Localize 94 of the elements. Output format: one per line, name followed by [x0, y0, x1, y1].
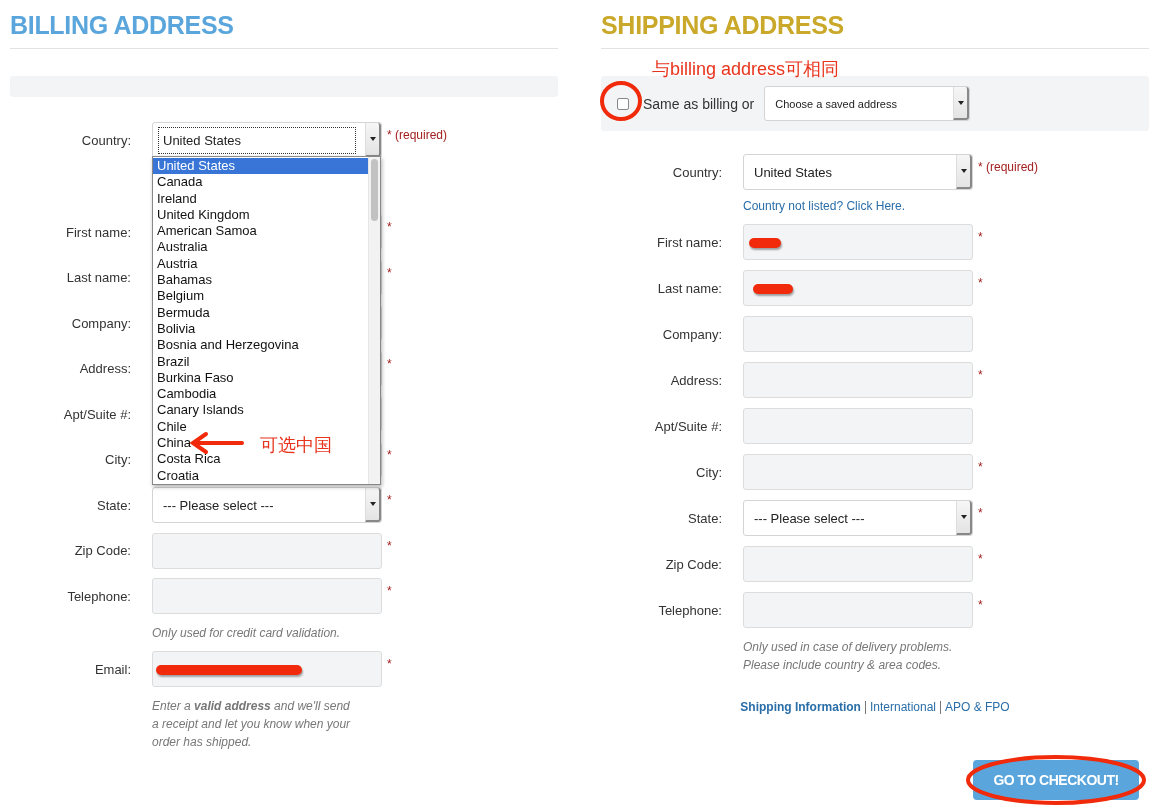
caret-icon [960, 169, 967, 173]
input-field[interactable] [743, 270, 973, 306]
dropdown-option[interactable]: Chile [153, 418, 191, 436]
field-label: Email: [94, 661, 131, 677]
field-label: City: [696, 464, 722, 480]
dropdown-option[interactable]: Canada [153, 174, 207, 191]
hint-text: Only used for credit card validation. [152, 624, 342, 642]
required-mark: * [978, 368, 984, 382]
dropdown-option[interactable]: Costa Rica [153, 451, 225, 468]
field-label: Country: [672, 164, 722, 180]
dropdown-option[interactable]: Bermuda [153, 304, 214, 321]
field-label: Company: [71, 315, 131, 331]
input-field[interactable] [743, 592, 973, 628]
country-not-listed-link[interactable]: Country not listed? Click Here. [743, 199, 906, 213]
footer-link[interactable]: International [869, 700, 936, 714]
field-label: Company: [662, 326, 722, 342]
dropdown-option[interactable]: Brazil [153, 353, 194, 370]
dropdown-option[interactable]: Canary Islands [153, 402, 248, 419]
dropdown-option[interactable]: Bolivia [153, 320, 200, 338]
field-label: Apt/Suite #: [63, 406, 131, 422]
field-label: City: [105, 452, 131, 467]
required-mark: * (required) [978, 160, 1040, 174]
annotation-text: 可选中国 [260, 434, 332, 457]
select-field[interactable]: United States [152, 122, 382, 158]
field-label: Last name: [66, 270, 131, 285]
dropdown-option[interactable]: Croatia [153, 467, 203, 484]
dropdown-option[interactable]: Bahamas [153, 272, 216, 289]
required-mark: * [978, 230, 984, 244]
dropdown-option[interactable]: United Kingdom [153, 206, 254, 224]
required-mark: * (required) [387, 128, 449, 142]
annotation-text: 与billing address可相同 [652, 58, 840, 81]
field-label: State: [97, 497, 131, 513]
hint-text: Please include country & area codes. [743, 657, 943, 674]
dropdown-option[interactable]: Belgium [153, 288, 208, 305]
input-field[interactable] [743, 224, 973, 260]
dropdown-option[interactable]: United States [153, 158, 368, 175]
checkbox-label: Same as billing or [643, 95, 755, 112]
hint-text: Only used in case of delivery problems. [743, 639, 954, 656]
input-field[interactable] [743, 546, 973, 582]
required-mark: * [387, 584, 393, 598]
shipping-heading: SHIPPING ADDRESS [601, 0, 1149, 49]
dropdown-option[interactable]: Burkina Faso [153, 369, 238, 387]
required-mark: * [387, 356, 393, 371]
field-label: First name: [657, 234, 722, 250]
dropdown-option[interactable]: Ireland [153, 190, 201, 207]
required-mark: * [978, 598, 984, 612]
required-mark: * [387, 538, 393, 553]
field-label: Zip Code: [74, 543, 131, 558]
dropdown-option[interactable]: Cambodia [153, 386, 221, 403]
field-label: Last name: [657, 280, 722, 296]
hint-text: Enter a valid address and we'll send a receipt and let you know when your order has shipped. [152, 697, 352, 751]
field-label: Apt/Suite #: [654, 418, 722, 434]
required-mark: * [387, 220, 393, 234]
required-mark: * [387, 493, 393, 507]
scrollbar[interactable] [368, 157, 380, 484]
dropdown-option[interactable]: China [153, 435, 195, 452]
input-field[interactable] [743, 362, 973, 398]
required-mark: * [978, 276, 984, 290]
input-field[interactable] [743, 454, 973, 490]
billing-heading: BILLING ADDRESS [10, 0, 558, 49]
input-field[interactable] [152, 578, 382, 614]
field-label: First name: [66, 224, 131, 240]
required-mark: * [978, 552, 984, 566]
dropdown-option[interactable]: Austria [153, 255, 202, 273]
caret-icon [957, 100, 964, 105]
required-mark: * [978, 460, 984, 474]
field-label: Country: [81, 132, 131, 148]
footer-link[interactable]: APO & FPO [945, 700, 1010, 714]
checkbox[interactable] [617, 97, 629, 110]
dropdown-option[interactable]: Australia [153, 239, 212, 256]
field-label: Telephone: [67, 588, 131, 604]
dropdown-option[interactable]: American Samoa [153, 223, 261, 240]
caret-icon [369, 137, 376, 141]
caret-icon [960, 515, 967, 519]
required-mark: * [387, 657, 393, 671]
required-mark: * [387, 265, 393, 280]
highlight-ellipse [599, 80, 643, 122]
required-mark: * [387, 447, 393, 462]
footer-link[interactable]: Shipping Information [740, 700, 861, 714]
select-field[interactable]: --- Please select --- [152, 487, 382, 523]
required-mark: * [978, 506, 984, 520]
field-label: Zip Code: [665, 556, 722, 572]
input-field[interactable] [743, 408, 973, 444]
input-field[interactable] [743, 316, 973, 352]
field-label: Address: [79, 361, 131, 376]
caret-icon [369, 502, 376, 506]
dropdown-option[interactable]: Bosnia and Herzegovina [153, 337, 303, 354]
field-label: Telephone: [658, 602, 722, 618]
field-label: Address: [670, 372, 722, 388]
select-field[interactable]: --- Please select --- [743, 500, 973, 536]
saved-address-select[interactable]: Choose a saved address [764, 86, 971, 121]
select-field[interactable]: United States [743, 154, 973, 190]
input-field[interactable] [152, 532, 382, 569]
field-label: State: [688, 510, 722, 526]
